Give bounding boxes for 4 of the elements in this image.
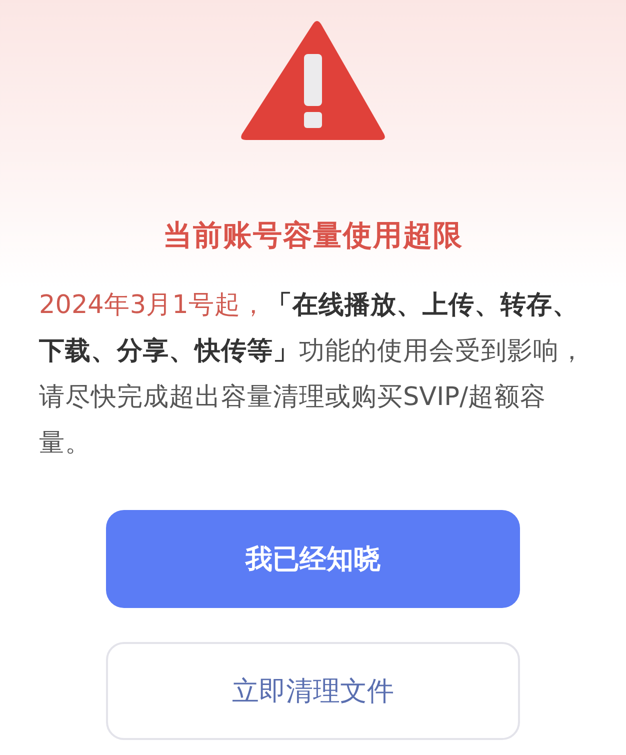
message-text: 2024年3月1号起，「在线播放、上传、转存、下载、分享、快传等」功能的使用会受到影响，请尽快完成超出容量清理或购买SVIP/超额容量。: [39, 289, 586, 460]
clean-files-button[interactable]: 立即清理文件: [106, 642, 520, 740]
acknowledge-button[interactable]: 我已经知晓: [106, 510, 520, 608]
dialog-title: 当前账号容量使用超限: [163, 217, 463, 254]
